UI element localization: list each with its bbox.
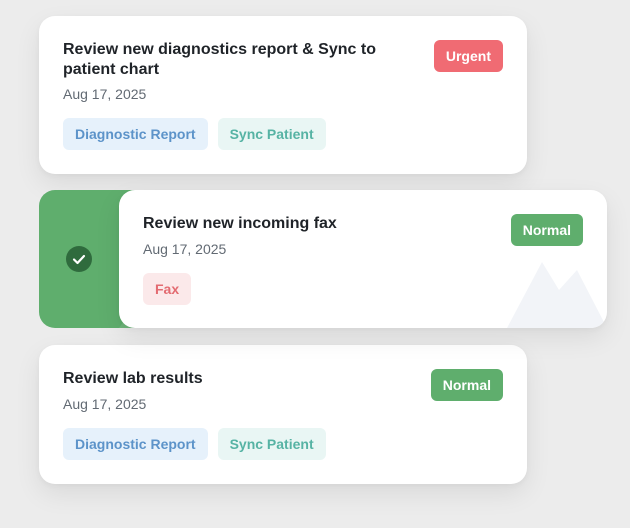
check-circle-icon xyxy=(66,246,92,272)
priority-badge: Normal xyxy=(430,369,503,401)
priority-badge: Normal xyxy=(510,214,583,246)
task-date: Aug 17, 2025 xyxy=(143,241,227,257)
task-title: Review new diagnostics report & Sync to … xyxy=(63,41,376,78)
tag-list: Diagnostic Report Sync Patient xyxy=(63,118,326,150)
tag-sync-patient[interactable]: Sync Patient xyxy=(217,118,326,150)
tag-fax[interactable]: Fax xyxy=(143,273,192,305)
tag-list: Diagnostic Report Sync Patient xyxy=(63,428,326,460)
task-card-swiped[interactable]: Review new incoming fax Aug 17, 2025 Nor… xyxy=(119,190,607,328)
tag-sync-patient[interactable]: Sync Patient xyxy=(217,428,326,460)
task-title: Review lab results xyxy=(63,370,203,387)
tag-diagnostic-report[interactable]: Diagnostic Report xyxy=(63,428,208,460)
tag-diagnostic-report[interactable]: Diagnostic Report xyxy=(63,118,208,150)
task-date: Aug 17, 2025 xyxy=(63,86,147,102)
task-card[interactable]: Review new diagnostics report & Sync to … xyxy=(39,16,527,174)
task-title: Review new incoming fax xyxy=(143,215,337,232)
priority-badge: Urgent xyxy=(433,40,503,72)
task-card[interactable]: Review lab results Aug 17, 2025 Normal D… xyxy=(39,345,527,484)
task-date: Aug 17, 2025 xyxy=(63,396,147,412)
mountain-watermark xyxy=(507,262,607,328)
tag-list: Fax xyxy=(143,273,192,305)
